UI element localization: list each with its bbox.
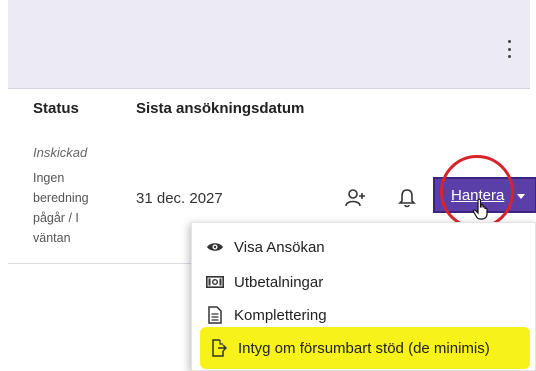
status-detail: Ingen beredning pågår / I väntan [33, 171, 89, 245]
menu-item-label: Intyg om försumbart stöd (de minimis) [238, 339, 490, 357]
top-bar [8, 0, 530, 89]
hand-cursor-icon [472, 198, 490, 225]
add-person-icon[interactable] [344, 186, 368, 210]
bell-icon[interactable] [395, 186, 419, 210]
column-header-deadline: Sista ansökningsdatum [136, 100, 305, 117]
menu-item-label: Utbetalningar [234, 273, 324, 291]
page: Status Sista ansökningsdatum Inskickad I… [0, 0, 536, 371]
column-header-status: Status [33, 100, 79, 117]
more-options-icon[interactable] [506, 40, 512, 58]
menu-item-view-application[interactable]: Visa Ansökan [206, 234, 325, 260]
deadline-value: 31 dec. 2027 [136, 190, 223, 207]
status-value: Inskickad [33, 145, 88, 160]
document-icon [206, 306, 224, 324]
menu-item-label: Komplettering [234, 306, 327, 324]
money-icon [206, 273, 224, 291]
menu-item-payments[interactable]: Utbetalningar [206, 269, 323, 295]
manage-dropdown-menu: Visa Ansökan Utbetalningar Komplettering… [191, 222, 536, 371]
menu-item-label: Visa Ansökan [234, 238, 325, 256]
eye-icon [206, 238, 224, 256]
export-icon [210, 339, 228, 357]
menu-item-supplement[interactable]: Komplettering [206, 302, 327, 328]
caret-down-icon [517, 194, 525, 199]
menu-item-de-minimis-certificate[interactable]: Intyg om försumbart stöd (de minimis) [210, 335, 490, 361]
